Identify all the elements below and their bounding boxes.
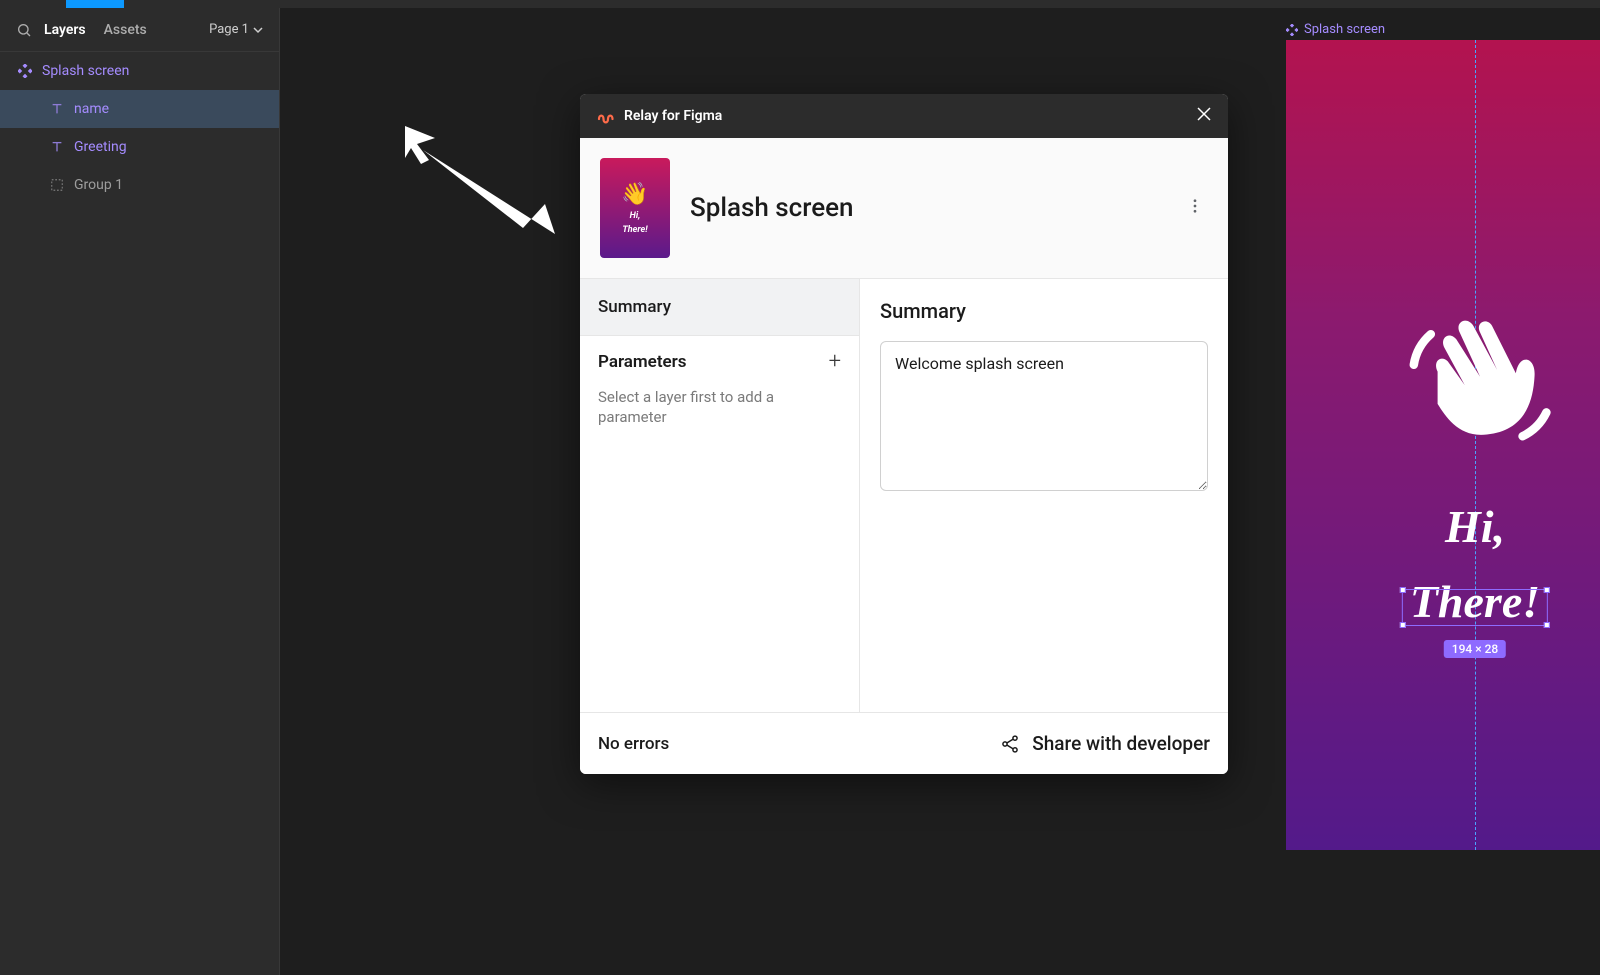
share-label: Share with developer: [1032, 732, 1210, 755]
plugin-body: Summary Parameters + Select a layer firs…: [580, 279, 1228, 712]
layer-label: Splash screen: [42, 63, 129, 79]
selection-handle[interactable]: [1544, 622, 1550, 628]
page-label: Page 1: [209, 22, 249, 37]
plugin-footer: No errors Share with developer: [580, 712, 1228, 774]
group-icon: [50, 178, 64, 192]
parameters-header: Parameters +: [580, 335, 859, 387]
layer-splash-screen[interactable]: Splash screen: [0, 52, 279, 90]
toolbar-active-indicator: [66, 0, 124, 8]
page-selector[interactable]: Page 1: [209, 22, 263, 37]
selection-handle[interactable]: [1400, 587, 1406, 593]
summary-heading: Summary: [880, 299, 1208, 323]
plugin-right-pane: Summary: [860, 279, 1228, 712]
greeting-hi-text[interactable]: Hi,: [1286, 500, 1600, 553]
name-text-layer[interactable]: There!: [1408, 575, 1542, 628]
kebab-icon: [1186, 197, 1204, 215]
tab-layers[interactable]: Layers: [44, 22, 86, 38]
close-icon: [1196, 106, 1212, 122]
component-thumbnail: 👋 Hi, There!: [600, 158, 670, 258]
share-with-developer-button[interactable]: Share with developer: [1000, 732, 1210, 755]
share-icon: [1000, 734, 1020, 754]
plugin-left-pane: Summary Parameters + Select a layer firs…: [580, 279, 860, 712]
layer-label: name: [74, 101, 109, 117]
thumb-text-there: There!: [622, 225, 647, 235]
text-icon: [50, 140, 64, 154]
selection-handle[interactable]: [1400, 622, 1406, 628]
parameters-hint: Select a layer first to add a parameter: [580, 387, 859, 446]
plugin-component-bar: 👋 Hi, There! Splash screen: [580, 138, 1228, 279]
chevron-down-icon: [253, 25, 263, 35]
frame-label-text: Splash screen: [1304, 22, 1385, 37]
more-menu-button[interactable]: [1182, 193, 1208, 223]
summary-tab[interactable]: Summary: [580, 279, 859, 335]
component-icon: [18, 64, 32, 78]
layer-group-1[interactable]: Group 1: [0, 166, 279, 204]
selection-handle[interactable]: [1544, 587, 1550, 593]
annotation-arrow: [405, 126, 565, 250]
plugin-title: Relay for Figma: [624, 108, 722, 124]
layer-name[interactable]: name: [0, 90, 279, 128]
greeting-there-text: There!: [1408, 575, 1542, 628]
left-sidebar: Layers Assets Page 1 Splash screen name …: [0, 8, 280, 975]
relay-plugin-panel: Relay for Figma 👋 Hi, There! Splash scre…: [580, 94, 1228, 774]
layer-label: Group 1: [74, 177, 123, 193]
wave-hand-icon: [1390, 290, 1560, 464]
sidebar-header: Layers Assets Page 1: [0, 8, 279, 52]
wave-hand-icon: 👋: [621, 182, 648, 207]
plugin-header[interactable]: Relay for Figma: [580, 94, 1228, 138]
canvas[interactable]: Relay for Figma 👋 Hi, There! Splash scre…: [280, 8, 1600, 975]
component-name: Splash screen: [690, 193, 854, 223]
tab-assets[interactable]: Assets: [104, 22, 147, 38]
text-icon: [50, 102, 64, 116]
errors-status: No errors: [598, 734, 669, 754]
layer-label: Greeting: [74, 139, 127, 155]
layer-greeting[interactable]: Greeting: [0, 128, 279, 166]
close-button[interactable]: [1196, 106, 1212, 126]
splash-screen-frame[interactable]: Hi, There! 194 × 28: [1286, 40, 1600, 850]
add-parameter-button[interactable]: +: [829, 349, 841, 374]
frame-label[interactable]: Splash screen: [1286, 22, 1385, 37]
thumb-text-hi: Hi,: [630, 211, 641, 221]
selection-outline: [1402, 589, 1548, 626]
search-icon[interactable]: [16, 22, 32, 38]
selection-size-badge: 194 × 28: [1444, 640, 1506, 658]
relay-logo-icon: [596, 107, 614, 125]
toolbar-strip: [0, 0, 1600, 8]
summary-textarea[interactable]: [880, 341, 1208, 491]
component-icon: [1286, 24, 1298, 36]
parameters-label: Parameters: [598, 352, 687, 372]
